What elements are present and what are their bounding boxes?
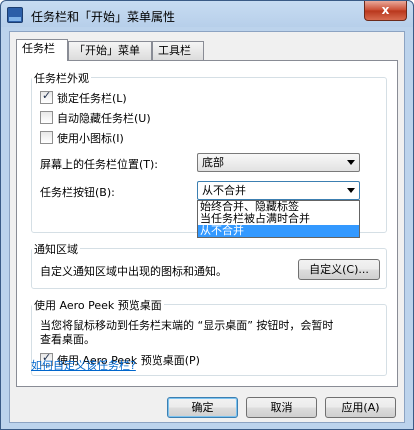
dropdown-option-never-combine[interactable]: 从不合并: [198, 225, 359, 237]
lock-taskbar-label: 锁定任务栏(L): [57, 92, 127, 105]
group-title-notification: 通知区域: [32, 241, 80, 257]
taskbar-buttons-value: 从不合并: [202, 184, 246, 197]
notification-description: 自定义通知区域中出现的图标和通知。: [40, 265, 227, 278]
taskbar-buttons-dropdown: 始终合并、隐藏标签 当任务栏被占满时合并 从不合并: [197, 200, 360, 238]
taskbar-location-value: 底部: [202, 156, 224, 169]
group-title-appearance: 任务栏外观: [32, 70, 91, 86]
small-icons-checkbox[interactable]: [40, 131, 53, 144]
cancel-button[interactable]: 取消: [246, 397, 317, 418]
close-button[interactable]: x: [364, 1, 407, 21]
window-title: 任务栏和「开始」菜单属性: [31, 10, 176, 24]
taskbar-buttons-select[interactable]: 从不合并: [197, 181, 360, 200]
lock-taskbar-checkbox[interactable]: [40, 89, 53, 104]
group-notification-area: 通知区域 自定义通知区域中出现的图标和通知。 自定义(C)...: [31, 241, 387, 289]
customize-button[interactable]: 自定义(C)...: [298, 259, 380, 280]
chevron-down-icon: [347, 160, 355, 165]
properties-window: 任务栏和「开始」菜单属性 x 任务栏 「开始」菜单 工具栏 任务栏外观 锁定任务…: [0, 0, 414, 430]
group-title-aero-peek: 使用 Aero Peek 预览桌面: [32, 297, 164, 313]
tab-panel-taskbar: 任务栏外观 锁定任务栏(L) 自动隐藏任务栏(U) 使用小图标(I) 屏幕上的任…: [16, 60, 398, 387]
chevron-down-icon: [347, 188, 355, 193]
aero-description-line2: 查看桌面。: [40, 333, 95, 346]
taskbar-location-select[interactable]: 底部: [197, 153, 360, 172]
apply-button[interactable]: 应用(A): [325, 397, 396, 418]
group-taskbar-appearance: 任务栏外观 锁定任务栏(L) 自动隐藏任务栏(U) 使用小图标(I) 屏幕上的任…: [31, 70, 387, 238]
tab-start-menu[interactable]: 「开始」菜单: [68, 41, 152, 60]
taskbar-buttons-label: 任务栏按钮(B):: [40, 186, 115, 199]
autohide-taskbar-label: 自动隐藏任务栏(U): [57, 112, 151, 125]
tab-taskbar[interactable]: 任务栏: [16, 39, 68, 61]
tab-toolbars[interactable]: 工具栏: [152, 41, 204, 60]
autohide-taskbar-checkbox[interactable]: [40, 111, 53, 124]
lock-taskbar-row[interactable]: 锁定任务栏(L): [40, 89, 127, 106]
dialog-client-area: 任务栏 「开始」菜单 工具栏 任务栏外观 锁定任务栏(L) 自动隐藏任务栏(U)…: [9, 31, 405, 423]
ok-button[interactable]: 确定: [167, 397, 238, 418]
taskbar-location-label: 屏幕上的任务栏位置(T):: [40, 158, 159, 171]
small-icons-row[interactable]: 使用小图标(I): [40, 130, 124, 146]
small-icons-label: 使用小图标(I): [57, 132, 124, 145]
title-bar[interactable]: 任务栏和「开始」菜单属性 x: [1, 1, 413, 31]
autohide-taskbar-row[interactable]: 自动隐藏任务栏(U): [40, 110, 151, 126]
help-link[interactable]: 如何自定义该任务栏?: [31, 357, 136, 373]
taskbar-app-icon: [7, 7, 23, 23]
